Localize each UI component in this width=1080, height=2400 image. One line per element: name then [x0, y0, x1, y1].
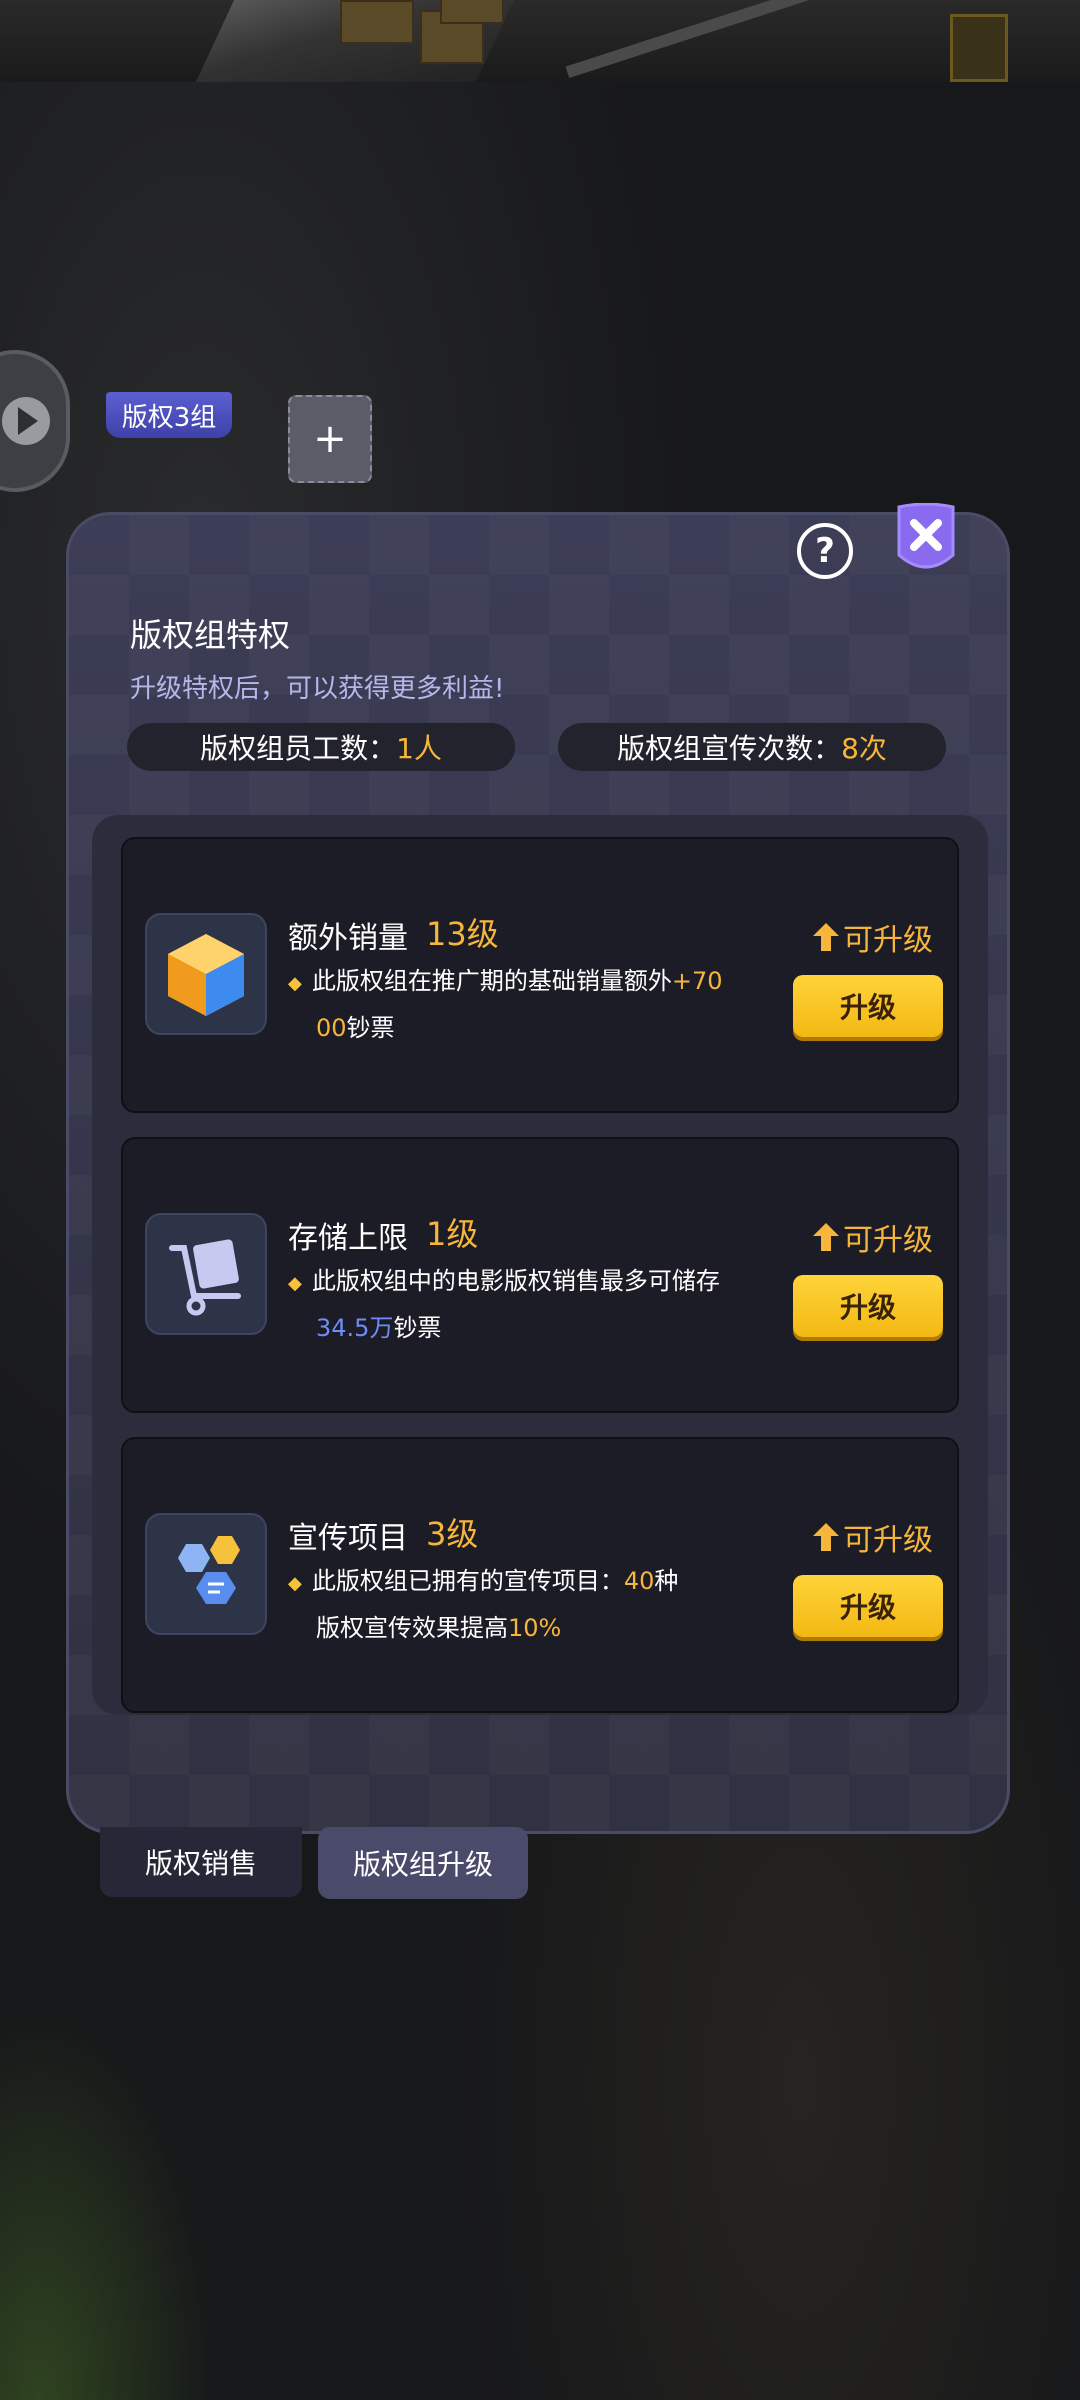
upgrade-status: 可升级	[813, 1215, 933, 1259]
stat-value: 1人	[396, 732, 442, 765]
card-name: 宣传项目	[288, 1521, 408, 1556]
hexagons-icon	[178, 1536, 240, 1604]
upgrade-status: 可升级	[813, 915, 933, 959]
stat-staff-count: 版权组员工数： 1人	[127, 723, 515, 771]
close-icon[interactable]	[897, 503, 955, 581]
panel-title: 版权组特权	[130, 616, 291, 654]
card-name: 存储上限	[288, 1221, 408, 1256]
desc-text: 种	[654, 1567, 679, 1595]
group-tag[interactable]: 版权3组	[106, 392, 232, 438]
card-description: ◆ 此版权组在推广期的基础销量额外+70 00钞票	[288, 967, 723, 1042]
card-description: ◆ 此版权组中的电影版权销售最多可储存 34.5万钞票	[288, 1267, 720, 1342]
upgrade-button[interactable]: 升级	[793, 1275, 943, 1337]
card-name: 额外销量	[288, 921, 408, 956]
stat-promo-count: 版权组宣传次数： 8次	[558, 723, 946, 771]
desc-text: 此版权组中的电影版权销售最多可储存	[311, 1267, 720, 1295]
privilege-card-extra-sales: 额外销量 13级 ◆ 此版权组在推广期的基础销量额外+70 00钞票 可升级 升级	[121, 837, 959, 1113]
desc-text: 此版权组在推广期的基础销量额外	[311, 967, 672, 995]
upgrade-button[interactable]: 升级	[793, 1575, 943, 1637]
desc-highlight: 40	[623, 1567, 655, 1595]
status-label: 可升级	[843, 923, 933, 958]
desc-text: 钞票	[393, 1314, 442, 1342]
arrow-right-icon	[2, 397, 50, 445]
desc-text: 钞票	[346, 1014, 395, 1042]
card-level: 1级	[426, 1215, 479, 1253]
card-level: 3级	[426, 1515, 479, 1553]
add-group-button[interactable]: +	[288, 395, 372, 483]
desc-highlight: 00	[316, 1014, 347, 1042]
status-label: 可升级	[843, 1523, 933, 1558]
desc-highlight: +70	[671, 967, 723, 995]
desc-text: 版权宣传效果提高	[316, 1614, 508, 1642]
cube-icon	[168, 934, 244, 1016]
panel-subtitle: 升级特权后，可以获得更多利益!	[130, 674, 505, 704]
card-description: ◆ 此版权组已拥有的宣传项目：40种 版权宣传效果提高10%	[288, 1567, 679, 1642]
desc-highlight: 10%	[508, 1614, 562, 1642]
privilege-card-promo-items: 宣传项目 3级 ◆ 此版权组已拥有的宣传项目：40种 版权宣传效果提高10% 可升…	[121, 1437, 959, 1713]
tab-group-upgrade[interactable]: 版权组升级	[318, 1827, 528, 1899]
background-scene-top	[0, 0, 1080, 82]
help-icon[interactable]: ?	[797, 523, 853, 579]
card-level: 13级	[426, 915, 499, 953]
privilege-card-storage-limit: 存储上限 1级 ◆ 此版权组中的电影版权销售最多可储存 34.5万钞票 可升级 升…	[121, 1137, 959, 1413]
tab-copyright-sales[interactable]: 版权销售	[100, 1827, 302, 1897]
arrow-up-icon	[813, 1523, 839, 1551]
desc-text: 此版权组已拥有的宣传项目：	[311, 1567, 624, 1595]
upgrade-button[interactable]: 升级	[793, 975, 943, 1037]
stat-label: 版权组宣传次数：	[617, 732, 842, 765]
status-label: 可升级	[843, 1223, 933, 1258]
stat-label: 版权组员工数：	[200, 732, 397, 765]
stat-value: 8次	[841, 732, 887, 765]
cart-icon	[169, 1239, 241, 1316]
upgrade-status: 可升级	[813, 1515, 933, 1559]
desc-highlight: 34.5万	[316, 1314, 394, 1342]
arrow-up-icon	[813, 923, 839, 951]
arrow-up-icon	[813, 1223, 839, 1251]
